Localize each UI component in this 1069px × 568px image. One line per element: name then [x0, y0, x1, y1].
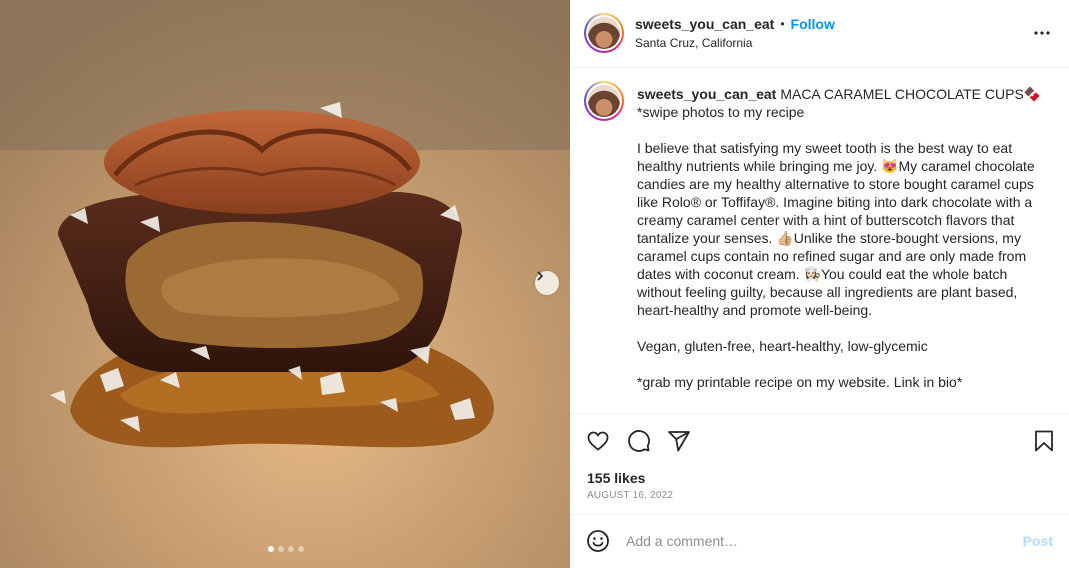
next-photo-button[interactable] [535, 271, 559, 295]
more-options-button[interactable] [1033, 24, 1051, 47]
likes-count[interactable]: 155 likes [587, 470, 645, 486]
chocolate-cup-photo [0, 0, 570, 568]
action-bar: 155 likes AUGUST 16, 2022 [570, 415, 1069, 515]
emoji-button[interactable] [586, 529, 610, 558]
post-date: AUGUST 16, 2022 [587, 490, 674, 501]
comment-button[interactable] [627, 429, 651, 458]
carousel-dot-active [268, 546, 274, 552]
save-button[interactable] [1033, 429, 1055, 458]
post-image[interactable] [0, 0, 570, 568]
caption-username[interactable]: sweets_you_can_eat [637, 86, 776, 102]
share-button[interactable] [667, 429, 691, 458]
caption-avatar[interactable] [584, 81, 624, 121]
avatar-image [588, 17, 620, 49]
caption-area: sweets_you_can_eat MACA CARAMEL CHOCOLATE… [570, 69, 1069, 414]
carousel-dot [298, 546, 304, 552]
comment-input[interactable] [626, 530, 1006, 552]
header-separator: • [780, 17, 785, 31]
post-header: sweets_you_can_eat • Follow Santa Cruz, … [570, 0, 1069, 68]
author-avatar[interactable] [584, 13, 624, 53]
post-location[interactable]: Santa Cruz, California [635, 36, 752, 50]
carousel-indicator [268, 546, 304, 552]
post-details-panel: sweets_you_can_eat • Follow Santa Cruz, … [570, 0, 1069, 568]
comment-icon [628, 430, 650, 452]
avatar-image [588, 85, 620, 117]
comment-bar: Post [570, 516, 1069, 568]
chevron-right-icon [537, 271, 544, 281]
follow-button[interactable]: Follow [791, 16, 835, 32]
share-icon [668, 431, 690, 452]
carousel-dot [278, 546, 284, 552]
caption-body: sweets_you_can_eat MACA CARAMEL CHOCOLATE… [637, 85, 1047, 391]
heart-icon [587, 431, 609, 451]
like-button[interactable] [586, 429, 610, 458]
caption-text: MACA CARAMEL CHOCOLATE CUPS🍫 *swipe phot… [637, 86, 1042, 390]
carousel-dot [288, 546, 294, 552]
bookmark-icon [1035, 430, 1053, 452]
more-options-icon [1034, 31, 1050, 35]
emoji-icon [587, 530, 609, 552]
post-comment-button[interactable]: Post [1023, 533, 1053, 549]
author-username[interactable]: sweets_you_can_eat [635, 16, 774, 32]
